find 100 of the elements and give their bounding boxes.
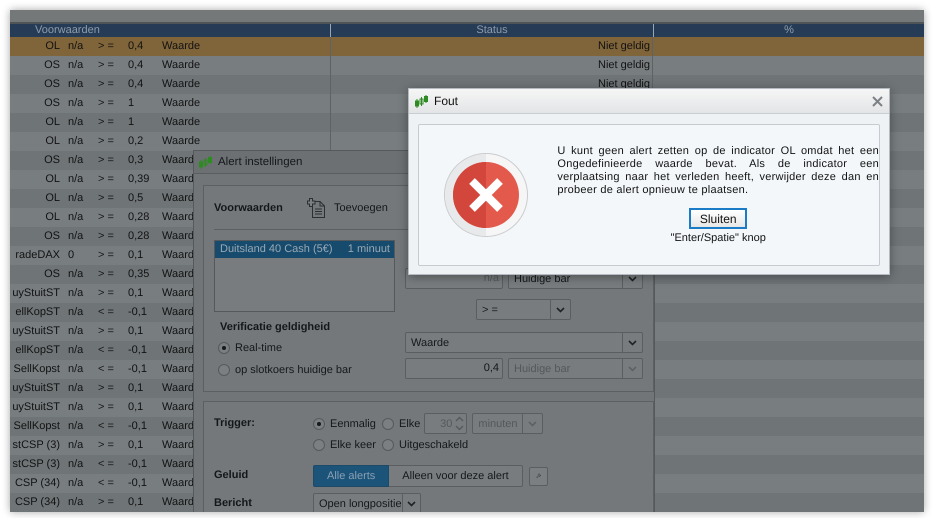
- table-cell: n/a: [68, 401, 84, 413]
- table-cell: Waard: [162, 420, 194, 432]
- table-cell: Waard: [162, 249, 194, 261]
- table-cell: < =: [98, 458, 114, 470]
- table-cell: Waard: [162, 458, 194, 470]
- table-cell: n/a: [68, 135, 84, 147]
- table-cell: 0,4: [128, 78, 144, 90]
- table-cell: n/a: [68, 268, 84, 280]
- table-cell: < =: [98, 477, 114, 489]
- table-cell: n/a: [68, 496, 84, 508]
- error-message: U kunt geen alert zetten op de indicator OL omdat het een Ongedefinieerde waarde bevat. Als de indicator een verplaatsing naar het verleden heeft, verwijder deze dan en probeer de alert opnieuw te plaatsen.: [557, 145, 879, 197]
- table-cell: OS: [44, 78, 60, 90]
- table-cell: n/a: [68, 363, 84, 375]
- table-cell: Waard: [162, 192, 194, 204]
- table-cell: Waarde: [162, 78, 200, 90]
- shortcut-hint: "Enter/Spatie" knop: [670, 232, 766, 244]
- table-cell: OS: [44, 154, 60, 166]
- table-cell: 0,2: [128, 135, 144, 147]
- table-cell: > =: [98, 211, 114, 223]
- table-cell: uyStuitST: [12, 401, 60, 413]
- table-cell: > =: [98, 287, 114, 299]
- table-cell: 0,1: [128, 401, 144, 413]
- field-label: Geluid: [214, 468, 250, 483]
- instrument-name: Duitsland 40 Cash (5€): [220, 242, 333, 257]
- table-cell: 0,3: [128, 154, 144, 166]
- table-cell: radeDAX: [15, 249, 60, 261]
- table-cell: Waarde: [162, 97, 200, 109]
- table-cell: OL: [45, 173, 60, 185]
- table-cell-text: Niet geldig: [598, 39, 650, 54]
- table-cell: -0,1: [128, 344, 147, 356]
- table-cell: n/a: [68, 458, 84, 470]
- table-cell: Waard: [162, 154, 194, 166]
- table-cell: Waarde: [162, 59, 200, 71]
- table-cell: < =: [98, 363, 114, 375]
- table-cell: > =: [98, 173, 114, 185]
- table-cell: CSP (34): [14, 496, 60, 508]
- table-cell: Waard: [162, 363, 194, 375]
- table-cell: 0,4: [128, 59, 144, 71]
- table-cell: < =: [98, 420, 114, 432]
- table-cell: -0,1: [128, 363, 147, 375]
- table-cell: > =: [98, 268, 114, 280]
- dialog-title: Fout: [434, 94, 458, 108]
- table-cell: n/a: [68, 477, 84, 489]
- table-cell: Waard: [162, 401, 194, 413]
- table-cell: uyStuitST: [12, 287, 60, 299]
- table-cell: Waard: [162, 496, 194, 508]
- table-cell: n/a: [68, 59, 84, 71]
- table-cell: 0,1: [128, 382, 144, 394]
- table-cell: OL: [45, 116, 60, 128]
- table-cell: > =: [98, 97, 114, 109]
- table-cell: n/a: [68, 382, 84, 394]
- table-cell: 0,28: [128, 230, 150, 242]
- table-cell: uyStuitST: [12, 382, 60, 394]
- table-cell: 0,5: [128, 192, 144, 204]
- table-cell: Waard: [162, 211, 194, 223]
- table-cell: n/a: [68, 230, 84, 242]
- table-cell: 0,1: [128, 287, 144, 299]
- window-title: Alert instellingen: [218, 156, 302, 168]
- table-cell: Waard: [162, 477, 194, 489]
- table-cell: n/a: [68, 211, 84, 223]
- table-cell-text: Niet geldig: [598, 58, 650, 73]
- table-cell: Waard: [162, 287, 194, 299]
- table-cell: < =: [98, 306, 114, 318]
- table-cell: OS: [44, 268, 60, 280]
- table-cell: -0,1: [128, 458, 147, 470]
- table-cell: n/a: [68, 78, 84, 90]
- interval-text: 1 minuut: [348, 242, 390, 257]
- table-cell: > =: [98, 154, 114, 166]
- table-cell: n/a: [68, 287, 84, 299]
- table-cell: > =: [98, 249, 114, 261]
- table-cell: n/a: [68, 325, 84, 337]
- table-cell: OL: [45, 135, 60, 147]
- table-cell: < =: [98, 344, 114, 356]
- table-cell: Waard: [162, 306, 194, 318]
- table-cell: n/a: [68, 154, 84, 166]
- table-cell: CSP (34): [14, 477, 60, 489]
- table-cell: SellKopst: [14, 420, 60, 432]
- field-label: Bericht: [214, 496, 253, 511]
- table-cell: OS: [44, 59, 60, 71]
- table-cell: OL: [45, 192, 60, 204]
- table-cell: > =: [98, 192, 114, 204]
- table-cell: -0,1: [128, 306, 147, 318]
- table-cell: > =: [98, 78, 114, 90]
- table-cell: n/a: [68, 420, 84, 432]
- table-cell: 0,35: [128, 268, 150, 280]
- table-cell: 0,39: [128, 173, 150, 185]
- field-label: Trigger:: [214, 416, 256, 431]
- table-cell: > =: [98, 401, 114, 413]
- table-cell: n/a: [68, 439, 84, 451]
- table-cell: 0,1: [128, 325, 144, 337]
- table-cell: n/a: [68, 40, 84, 52]
- section-heading: Voorwaarden: [214, 202, 284, 214]
- table-cell: Waard: [162, 382, 194, 394]
- table-cell: OS: [44, 230, 60, 242]
- table-cell: > =: [98, 496, 114, 508]
- table-cell: OS: [44, 97, 60, 109]
- table-cell: 0: [68, 249, 74, 261]
- table-cell: Waard: [162, 268, 194, 280]
- table-cell: n/a: [68, 306, 84, 318]
- table-cell: Waarde: [162, 135, 200, 147]
